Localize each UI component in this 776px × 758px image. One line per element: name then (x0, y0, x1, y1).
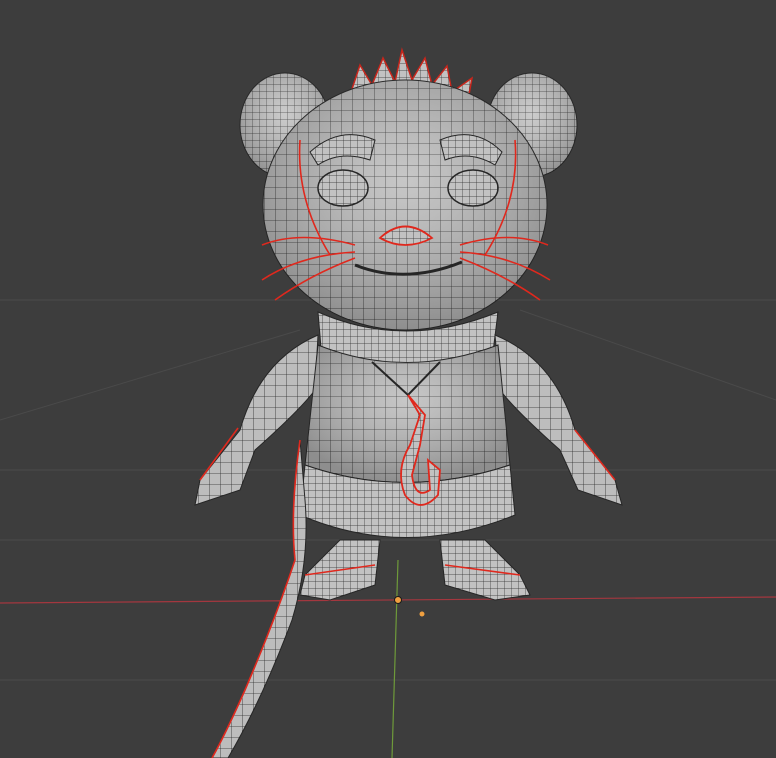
right-eye (447, 169, 499, 207)
pivot-dot[interactable] (419, 611, 425, 617)
3d-viewport[interactable] (0, 0, 776, 758)
object-origin-dot[interactable] (394, 596, 402, 604)
left-eye (317, 169, 369, 207)
mouse-character-mesh[interactable] (194, 47, 623, 758)
y-axis-line (391, 559, 399, 758)
x-axis-line (0, 596, 776, 604)
right-arm (494, 334, 623, 506)
